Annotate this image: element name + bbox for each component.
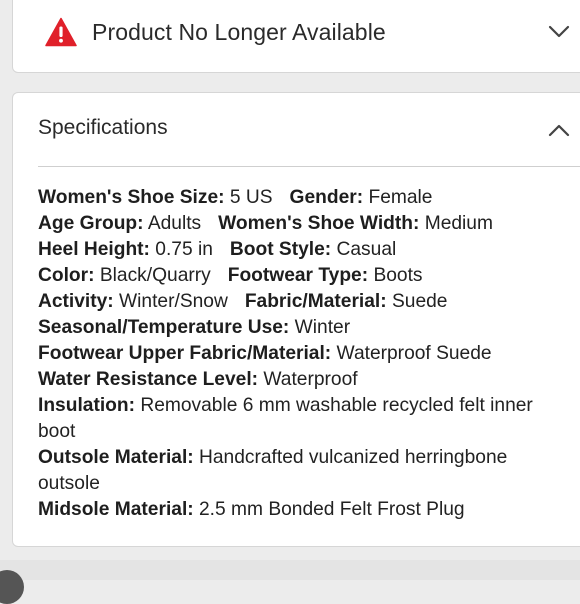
spec-value: Casual <box>336 239 397 260</box>
spec-label: Seasonal/Temperature Use: <box>38 317 290 338</box>
chevron-up-icon[interactable] <box>548 123 570 137</box>
spec-value: Medium <box>424 213 493 234</box>
spec-value: Winter/Snow <box>119 291 228 312</box>
spec-label: Women's Shoe Width: <box>218 213 420 234</box>
spec-label: Heel Height: <box>38 239 150 260</box>
spec-label: Boot Style: <box>229 239 332 260</box>
spec-line: Water Resistance Level: Waterproof <box>38 367 568 393</box>
spec-value: Boots <box>373 265 423 286</box>
spec-value: 5 US <box>229 187 273 208</box>
spec-value: Black/Quarry <box>99 265 211 286</box>
spec-line: Age Group: Adults Women's Shoe Width: Med… <box>38 211 568 237</box>
spec-line: Outsole Material: Handcrafted vulcanized… <box>38 445 568 497</box>
spec-label: Fabric/Material: <box>244 291 387 312</box>
spec-line: Midsole Material: 2.5 mm Bonded Felt Fro… <box>38 497 568 523</box>
page-bottom-edge <box>0 560 580 580</box>
specifications-list: Women's Shoe Size: 5 US Gender: Female Age… <box>38 185 568 523</box>
chevron-down-icon[interactable] <box>548 25 570 39</box>
spec-line: Color: Black/Quarry Footwear Type: Boots <box>38 263 568 289</box>
availability-alert-card[interactable]: Product No Longer Available <box>12 0 580 73</box>
spec-label: Women's Shoe Size: <box>38 187 225 208</box>
spec-label: Midsole Material: <box>38 499 194 520</box>
specifications-divider <box>38 166 580 167</box>
spec-line: Activity: Winter/Snow Fabric/Material: Su… <box>38 289 568 315</box>
spec-line: Seasonal/Temperature Use: Winter <box>38 315 568 341</box>
specifications-card: Specifications Women's Shoe Size: 5 US Ge… <box>12 92 580 547</box>
spec-value: Female <box>368 187 433 208</box>
spec-value: Adults <box>147 213 202 234</box>
spec-value: Suede <box>391 291 448 312</box>
spec-label: Color: <box>38 265 95 286</box>
spec-line: Footwear Upper Fabric/Material: Waterpro… <box>38 341 568 367</box>
spec-value: 2.5 mm Bonded Felt Frost Plug <box>199 499 465 520</box>
spec-label: Gender: <box>289 187 364 208</box>
specifications-title[interactable]: Specifications <box>38 116 168 140</box>
spec-label: Age Group: <box>38 213 144 234</box>
spec-label: Water Resistance Level: <box>38 369 259 390</box>
spec-label: Insulation: <box>38 395 135 416</box>
spec-line: Insulation: Removable 6 mm washable recy… <box>38 393 568 445</box>
spec-value: Waterproof Suede <box>336 343 492 364</box>
spec-label: Footwear Type: <box>227 265 369 286</box>
availability-alert-text: Product No Longer Available <box>92 18 386 45</box>
spec-line: Heel Height: 0.75 in Boot Style: Casual <box>38 237 568 263</box>
spec-label: Activity: <box>38 291 114 312</box>
spec-value: Winter <box>294 317 351 338</box>
spec-label: Outsole Material: <box>38 447 194 468</box>
spec-value: 0.75 in <box>155 239 213 260</box>
warning-triangle-icon <box>45 17 77 47</box>
availability-alert-row: Product No Longer Available <box>45 17 386 47</box>
spec-value: Waterproof <box>263 369 358 390</box>
spec-label: Footwear Upper Fabric/Material: <box>38 343 332 364</box>
spec-line: Women's Shoe Size: 5 US Gender: Female <box>38 185 568 211</box>
